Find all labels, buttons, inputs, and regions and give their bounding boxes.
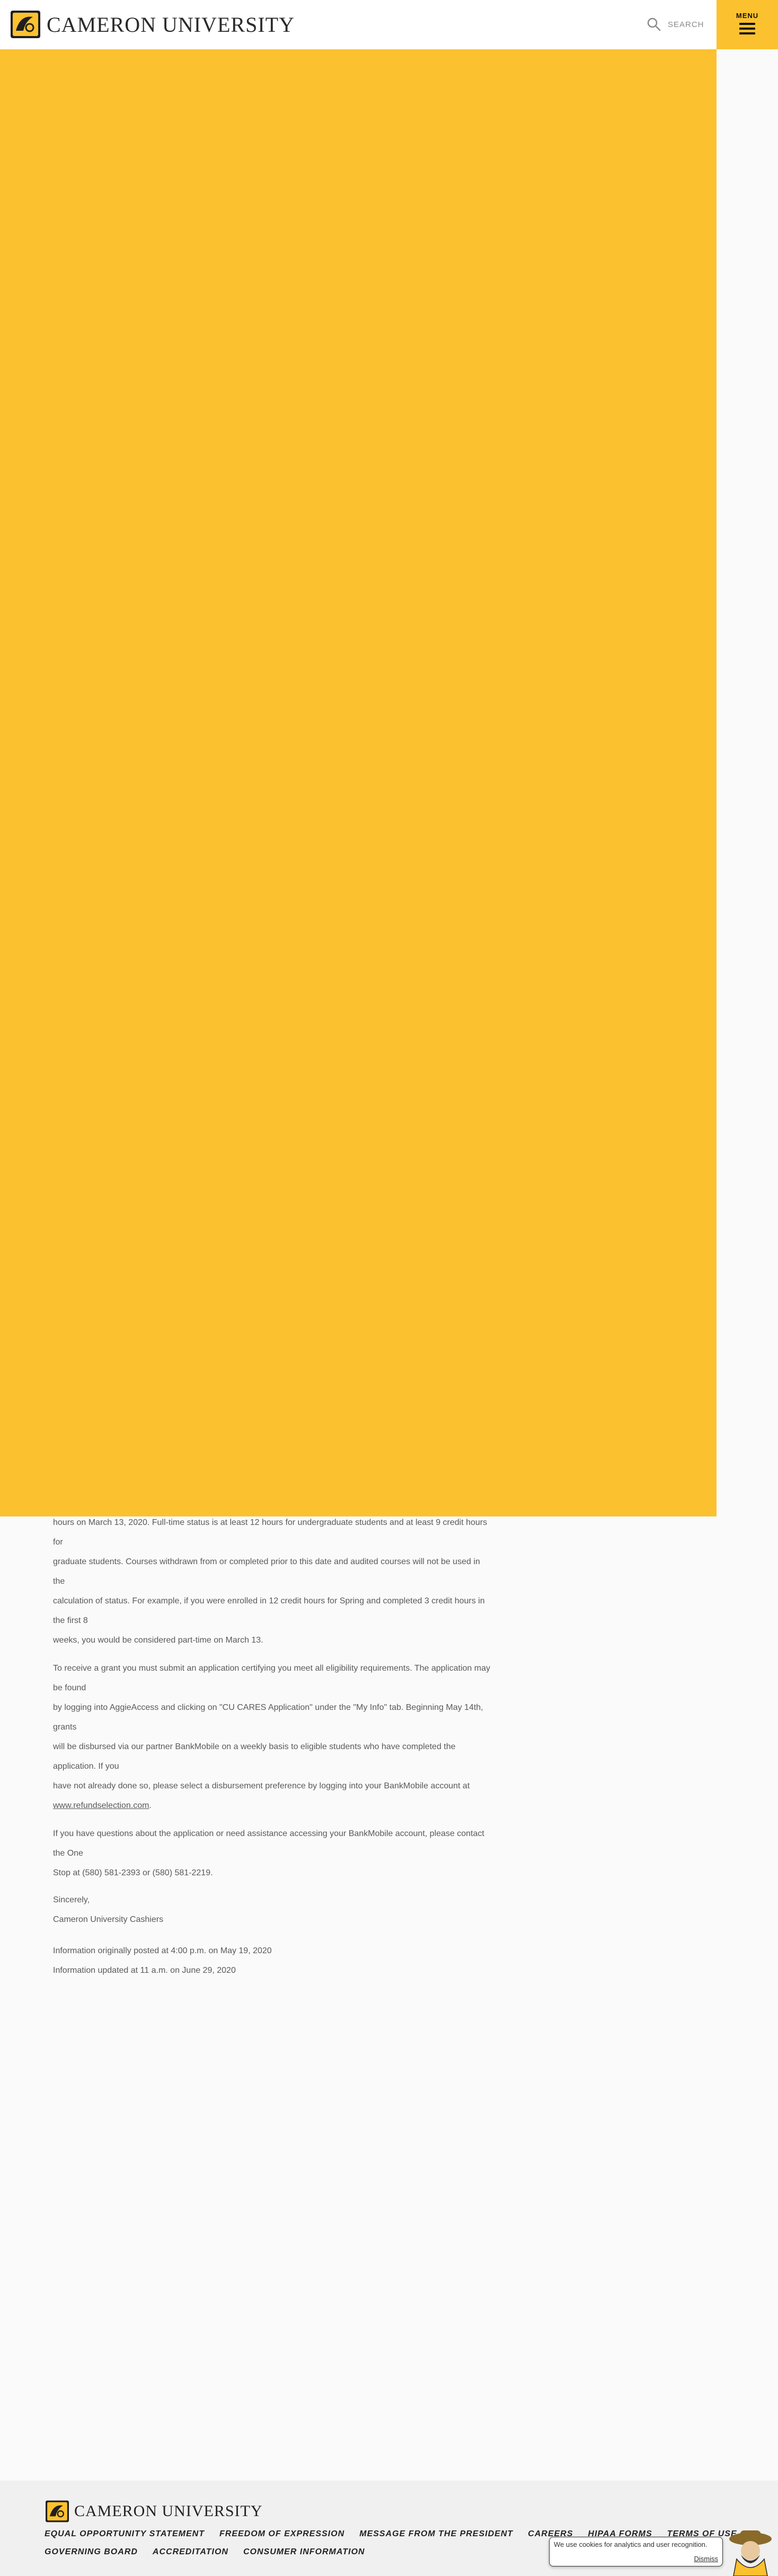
closing: Sincerely, Cameron University Cashiers [53, 1890, 493, 1929]
mascot-icon [729, 2530, 772, 2576]
paragraph-application: To receive a grant you must submit an ap… [53, 1658, 493, 1815]
footer-link-equal-opportunity[interactable]: EQUAL OPPORTUNITY STATEMENT [45, 2529, 205, 2539]
paragraph-contact: If you have questions about the applicat… [53, 1824, 493, 1883]
site-logo[interactable]: CAMERON UNIVERSITY [10, 10, 295, 39]
hamburger-icon [739, 23, 755, 34]
cookie-notice: We use cookies for analytics and user re… [549, 2537, 723, 2566]
search-label: SEARCH [668, 20, 704, 29]
text-line: will be disbursed via our partner BankMo… [53, 1742, 456, 1771]
footer-link-consumer-information[interactable]: CONSUMER INFORMATION [243, 2547, 365, 2557]
logo-text: CAMERON UNIVERSITY [47, 12, 295, 37]
text-line: weeks, you would be considered part-time… [53, 1636, 263, 1645]
site-header: CAMERON UNIVERSITY SEARCH MENU [0, 0, 778, 49]
text-line: have not already done so, please select … [53, 1781, 470, 1790]
logo-emblem-icon [11, 11, 40, 38]
signature-text: Cameron University Cashiers [53, 1915, 164, 1924]
footer-link-governing-board[interactable]: GOVERNING BOARD [45, 2547, 138, 2557]
paragraph-full-time-status: hours on March 13, 2020. Full-time statu… [53, 1513, 493, 1650]
text-line: If you have questions about the applicat… [53, 1829, 484, 1858]
text-line: graduate students. Courses withdrawn fro… [53, 1557, 480, 1586]
link-tail: . [149, 1801, 152, 1810]
sincerely-text: Sincerely, [53, 1895, 90, 1904]
footer-link-freedom-of-expression[interactable]: FREEDOM OF EXPRESSION [219, 2529, 344, 2539]
search-button[interactable]: SEARCH [647, 17, 704, 32]
menu-label: MENU [736, 12, 759, 20]
footer-link-accreditation[interactable]: ACCREDITATION [153, 2547, 228, 2557]
text-line: Stop at (580) 581-2393 or (580) 581-2219… [53, 1868, 213, 1877]
post-meta: Information originally posted at 4:00 p.… [53, 1941, 493, 1980]
search-icon [647, 17, 661, 31]
posted-date: Information originally posted at 4:00 p.… [53, 1946, 272, 1955]
footer-logo[interactable]: CAMERON UNIVERSITY [45, 2500, 263, 2523]
text-line: calculation of status. For example, if y… [53, 1596, 485, 1625]
footer-link-message-from-president[interactable]: MESSAGE FROM THE PRESIDENT [359, 2529, 513, 2539]
hero-banner [0, 49, 717, 1516]
refund-selection-link[interactable]: www.refundselection.com [53, 1801, 149, 1810]
logo-emblem-icon [46, 2500, 69, 2522]
cookie-text: We use cookies for analytics and user re… [554, 2540, 708, 2548]
cookie-dismiss-button[interactable]: Dismiss [694, 2555, 719, 2563]
updated-date: Information updated at 11 a.m. on June 2… [53, 1966, 236, 1975]
article-body: hours on March 13, 2020. Full-time statu… [53, 1513, 493, 1980]
footer-logo-text: CAMERON UNIVERSITY [74, 2502, 263, 2520]
text-line: hours on March 13, 2020. Full-time statu… [53, 1518, 488, 1547]
text-line: by logging into AggieAccess and clicking… [53, 1703, 483, 1732]
text-line: To receive a grant you must submit an ap… [53, 1664, 490, 1692]
menu-button[interactable]: MENU [717, 0, 778, 49]
